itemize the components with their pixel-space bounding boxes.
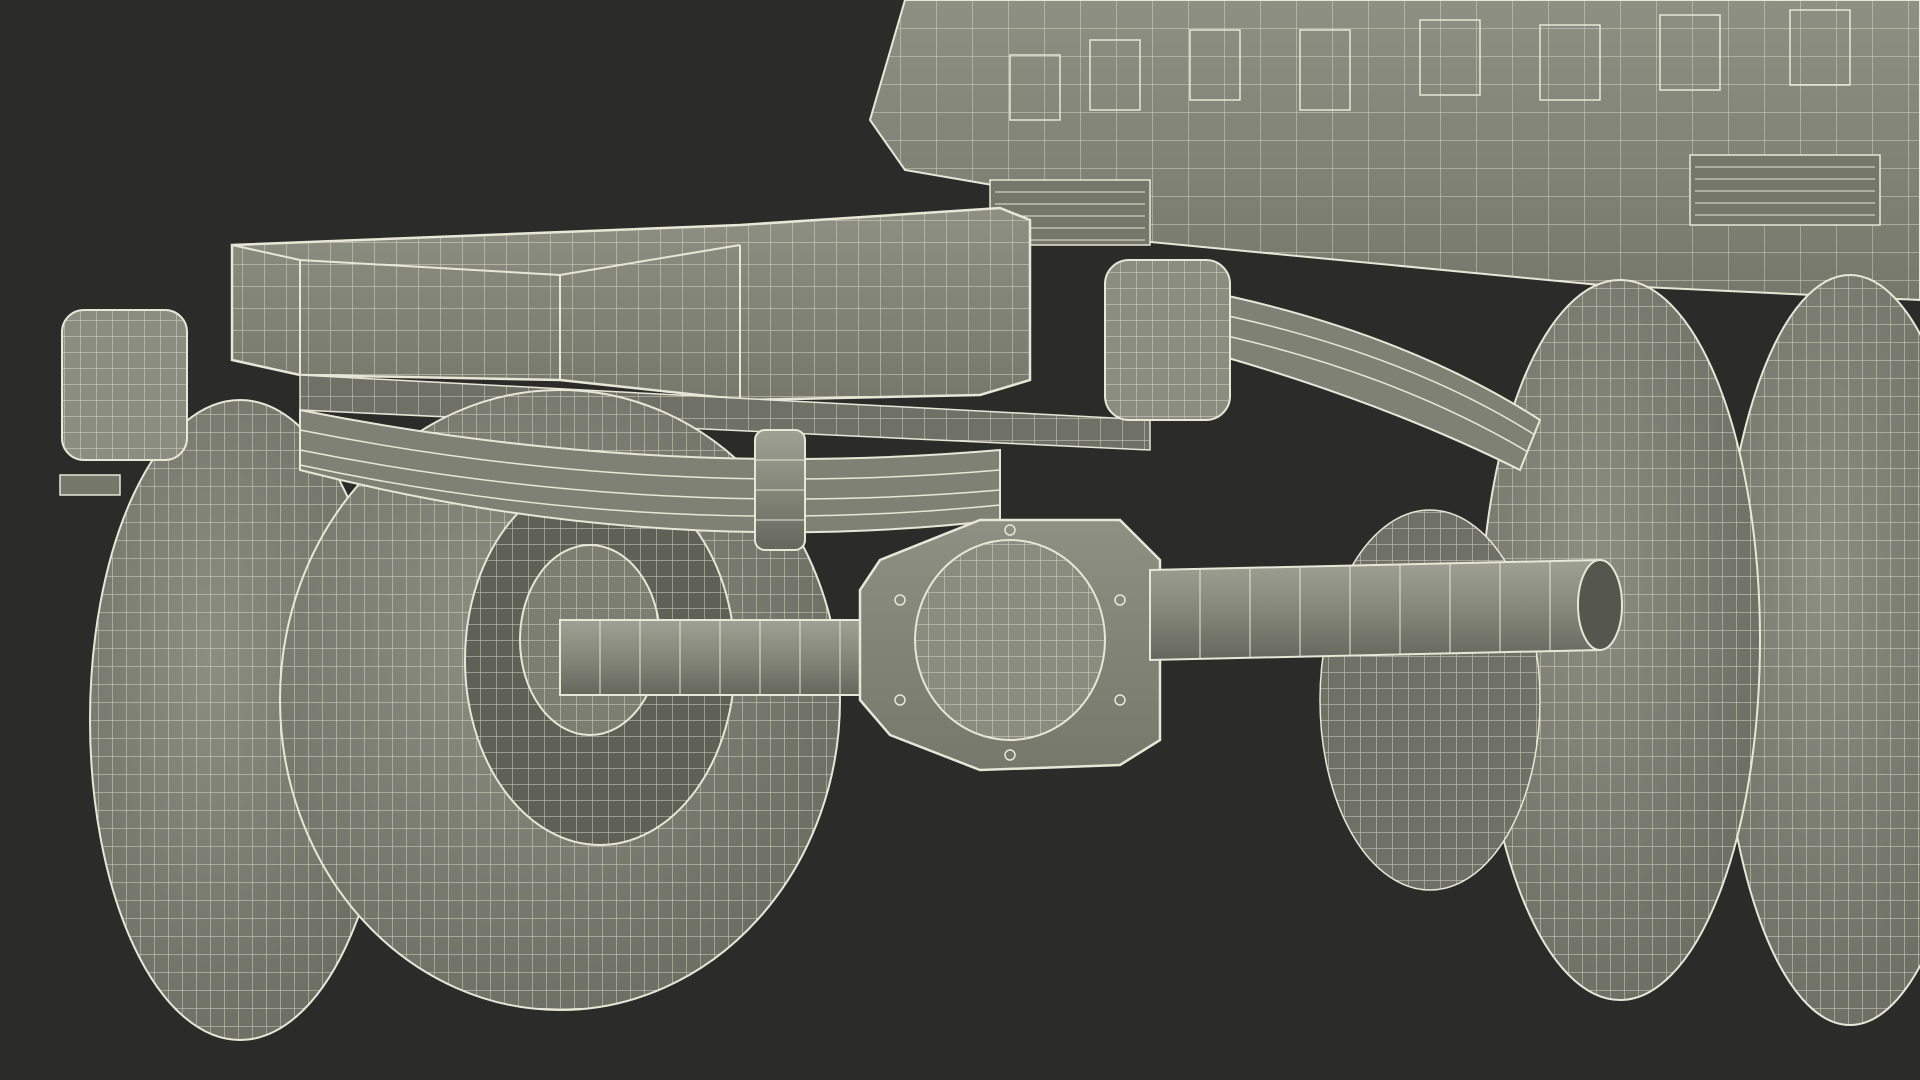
3d-viewport[interactable]	[0, 0, 1920, 1080]
right-tail-light	[1104, 259, 1231, 421]
shock-absorber	[754, 429, 806, 551]
chassis-frame-rail	[230, 206, 1151, 451]
wireframe-render	[59, 0, 1920, 1041]
body-vent-right	[1689, 154, 1881, 226]
differential-cover	[858, 518, 1162, 772]
axle-tube	[1149, 558, 1623, 662]
